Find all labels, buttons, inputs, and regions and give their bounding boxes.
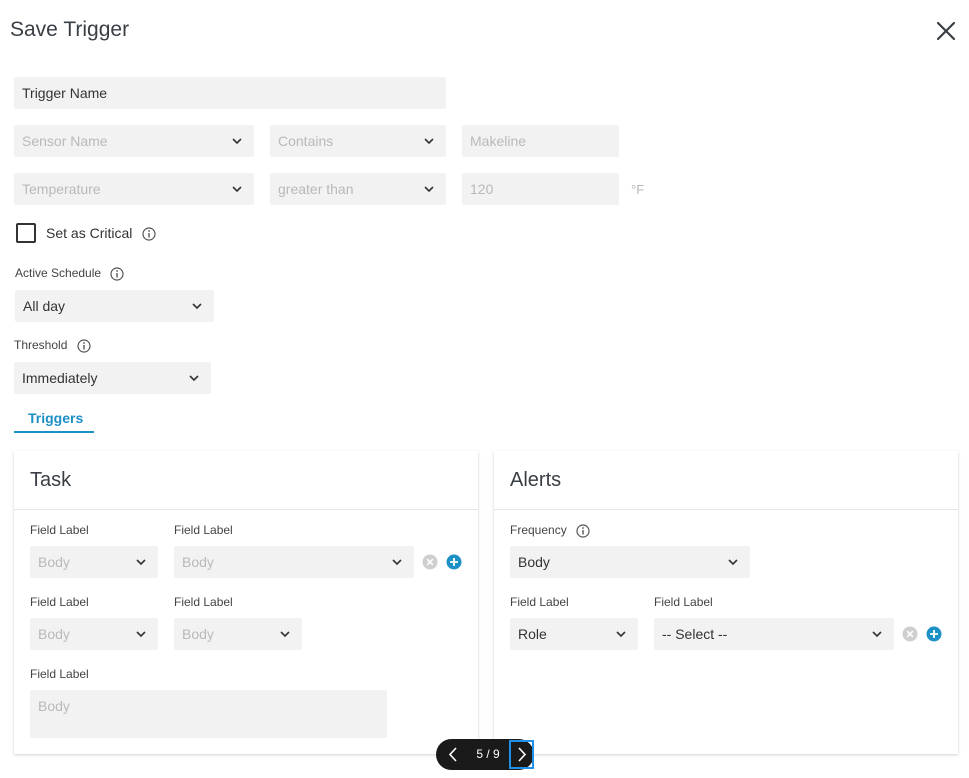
task-title: Task — [30, 469, 72, 491]
metric-unit: °F — [631, 182, 645, 197]
metric-value-text: 120 — [470, 181, 494, 197]
sensor-value-text: Makeline — [470, 133, 527, 149]
dialog-title: Save Trigger — [10, 18, 130, 41]
chevron-down-icon — [189, 375, 199, 382]
sensor-operator-text: Contains — [278, 133, 334, 149]
task-select-text: Body — [182, 626, 214, 642]
chevron-down-icon — [280, 631, 290, 638]
alerts-field-label: Field Label — [654, 595, 713, 609]
threshold-text: Immediately — [22, 370, 98, 386]
info-icon[interactable] — [142, 227, 156, 241]
close-icon[interactable] — [933, 18, 959, 44]
task-field-label: Field Label — [174, 523, 233, 537]
task-field-label: Field Label — [30, 595, 89, 609]
alerts-divider — [494, 509, 958, 510]
chevron-down-icon — [136, 559, 146, 566]
chevron-left-icon[interactable] — [442, 743, 466, 766]
metric-operator-text: greater than — [278, 181, 354, 197]
alerts-field-label: Field Label — [510, 595, 569, 609]
task-select-text: Body — [38, 626, 70, 642]
task-select[interactable]: Body — [174, 618, 302, 650]
frequency-text: Body — [518, 554, 550, 570]
trigger-name-input[interactable]: Trigger Name — [14, 77, 446, 109]
sensor-name-text: Sensor Name — [22, 133, 108, 149]
task-select[interactable]: Body — [174, 546, 414, 578]
tab-triggers-underline — [14, 431, 94, 433]
add-icon[interactable] — [446, 554, 462, 570]
task-select-text: Body — [182, 554, 214, 570]
role-select[interactable]: Role — [510, 618, 638, 650]
task-field-label: Field Label — [30, 667, 89, 681]
chevron-down-icon — [392, 559, 402, 566]
clear-icon[interactable] — [422, 554, 438, 570]
task-body-text: Body — [38, 698, 70, 714]
trigger-name-text: Trigger Name — [22, 85, 108, 101]
clear-icon[interactable] — [902, 626, 918, 642]
metric-select[interactable]: Temperature — [14, 173, 254, 205]
chevron-down-icon — [232, 138, 242, 145]
chevron-down-icon — [424, 138, 434, 145]
metric-text: Temperature — [22, 181, 101, 197]
chevron-down-icon — [136, 631, 146, 638]
critical-checkbox[interactable] — [16, 223, 36, 243]
alerts-title: Alerts — [510, 469, 562, 491]
sensor-name-select[interactable]: Sensor Name — [14, 125, 254, 157]
info-icon[interactable] — [77, 339, 91, 353]
chevron-down-icon — [192, 303, 202, 310]
active-schedule-select[interactable]: All day — [15, 290, 214, 322]
task-field-label: Field Label — [30, 523, 89, 537]
sensor-operator-select[interactable]: Contains — [270, 125, 446, 157]
metric-operator-select[interactable]: greater than — [270, 173, 446, 205]
info-icon[interactable] — [576, 524, 590, 538]
active-schedule-text: All day — [23, 298, 66, 314]
threshold-select[interactable]: Immediately — [14, 362, 211, 394]
critical-label-row: Set as Critical — [46, 225, 156, 241]
recipient-text: -- Select -- — [662, 626, 728, 642]
add-icon[interactable] — [926, 626, 942, 642]
task-body-textarea[interactable]: Body — [30, 690, 387, 738]
chevron-down-icon — [232, 186, 242, 193]
pager: 5 / 9 — [436, 739, 534, 770]
frequency-label: Frequency — [510, 523, 567, 537]
info-icon[interactable] — [110, 267, 125, 281]
threshold-label-row: Threshold — [14, 338, 91, 353]
critical-label: Set as Critical — [46, 225, 133, 241]
active-schedule-label-row: Active Schedule — [15, 266, 125, 281]
task-select[interactable]: Body — [30, 618, 158, 650]
metric-value-input[interactable]: 120 — [462, 173, 619, 205]
frequency-select[interactable]: Body — [510, 546, 750, 578]
chevron-down-icon — [728, 559, 738, 566]
threshold-label: Threshold — [14, 338, 68, 352]
chevron-down-icon — [872, 631, 882, 638]
recipient-select[interactable]: -- Select -- — [654, 618, 894, 650]
pager-count: 5 / 9 — [476, 747, 500, 761]
frequency-label-row: Frequency — [510, 523, 590, 538]
tab-triggers[interactable]: Triggers — [28, 410, 83, 426]
task-divider — [14, 509, 478, 510]
task-card: Task Field Label Field Label Body Body F… — [14, 451, 478, 754]
task-select-text: Body — [38, 554, 70, 570]
task-select[interactable]: Body — [30, 546, 158, 578]
active-schedule-label: Active Schedule — [15, 266, 102, 280]
sensor-value-input[interactable]: Makeline — [462, 125, 619, 157]
chevron-down-icon — [616, 631, 626, 638]
role-text: Role — [518, 626, 547, 642]
chevron-down-icon — [424, 186, 434, 193]
alerts-card: Alerts Frequency Body Field Label Field … — [494, 451, 958, 754]
chevron-right-icon[interactable] — [509, 740, 534, 769]
task-field-label: Field Label — [174, 595, 233, 609]
